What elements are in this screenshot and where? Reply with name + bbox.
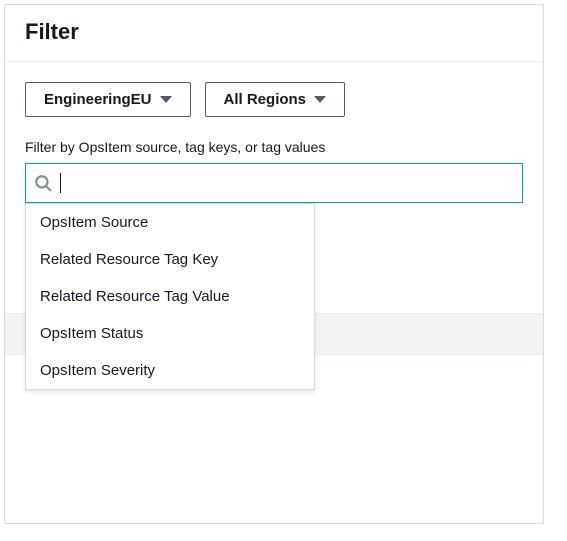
caret-down-icon — [160, 96, 172, 103]
suggestion-item[interactable]: OpsItem Source — [26, 204, 314, 241]
filter-panel: Filter EngineeringEU All Regions Filter … — [4, 4, 544, 524]
suggestions-dropdown: OpsItem Source Related Resource Tag Key … — [25, 203, 315, 390]
search-container: OpsItem Source Related Resource Tag Key … — [25, 163, 523, 203]
suggestion-item[interactable]: OpsItem Status — [26, 315, 314, 352]
panel-body: EngineeringEU All Regions Filter by OpsI… — [5, 62, 543, 203]
region-dropdown-label: All Regions — [224, 91, 307, 108]
filter-input-label: Filter by OpsItem source, tag keys, or t… — [25, 139, 523, 155]
search-icon — [34, 174, 52, 192]
region-dropdown[interactable]: All Regions — [205, 82, 346, 117]
suggestion-item[interactable]: OpsItem Severity — [26, 352, 314, 389]
account-dropdown-label: EngineeringEU — [44, 91, 152, 108]
dropdown-row: EngineeringEU All Regions — [25, 82, 523, 117]
search-input[interactable] — [61, 164, 514, 202]
suggestion-item[interactable]: Related Resource Tag Key — [26, 241, 314, 278]
suggestion-item[interactable]: Related Resource Tag Value — [26, 278, 314, 315]
panel-title: Filter — [25, 19, 523, 45]
panel-header: Filter — [5, 5, 543, 62]
search-box[interactable] — [25, 163, 523, 203]
caret-down-icon — [314, 96, 326, 103]
account-dropdown[interactable]: EngineeringEU — [25, 82, 191, 117]
